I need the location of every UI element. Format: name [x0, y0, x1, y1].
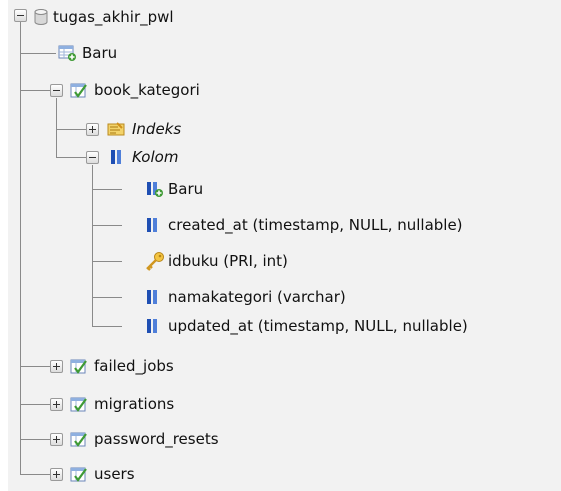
column-label: namakategori (varchar) — [168, 288, 346, 306]
column-label: updated_at (timestamp, NULL, nullable) — [168, 317, 468, 335]
columns-icon — [111, 150, 121, 164]
tree-item-database[interactable]: tugas_akhir_pwl — [8, 6, 308, 28]
database-name: tugas_akhir_pwl — [53, 8, 174, 26]
tree-item-column[interactable]: updated_at (timestamp, NULL, nullable) — [8, 315, 561, 337]
column-label: created_at (timestamp, NULL, nullable) — [168, 216, 463, 234]
column-icon — [147, 319, 157, 333]
tree-item-table[interactable]: failed_jobs — [8, 355, 308, 377]
new-column-label: Baru — [168, 180, 204, 198]
columns-label: Kolom — [132, 148, 179, 166]
tree-item-new-table[interactable]: Baru — [8, 42, 208, 64]
indexes-label: Indeks — [132, 120, 182, 138]
column-icon — [147, 290, 157, 304]
tree-item-new-column[interactable]: Baru — [8, 178, 308, 200]
table-icon — [70, 432, 87, 447]
primary-key-icon — [146, 252, 164, 271]
table-name: book_kategori — [94, 81, 200, 99]
tree-item-table[interactable]: users — [8, 463, 308, 485]
tree-item-indexes[interactable]: Indeks — [8, 118, 308, 140]
tree-item-column[interactable]: namakategori (varchar) — [8, 286, 561, 308]
collapse-toggle[interactable] — [50, 84, 63, 97]
new-table-icon — [58, 45, 76, 61]
expand-toggle[interactable] — [50, 433, 63, 446]
column-label: idbuku (PRI, int) — [168, 252, 288, 270]
table-name: password_resets — [94, 430, 219, 448]
table-icon — [70, 83, 87, 98]
table-icon — [70, 359, 87, 374]
expand-toggle[interactable] — [50, 360, 63, 373]
collapse-toggle[interactable] — [14, 9, 27, 22]
tree-item-column[interactable]: created_at (timestamp, NULL, nullable) — [8, 214, 561, 236]
table-icon — [70, 467, 87, 482]
tree-item-column[interactable]: idbuku (PRI, int) — [8, 250, 561, 272]
table-name: users — [94, 465, 135, 483]
tree-item-columns[interactable]: Kolom — [8, 146, 308, 168]
expand-toggle[interactable] — [50, 468, 63, 481]
tree-item-table[interactable]: migrations — [8, 393, 308, 415]
table-name: failed_jobs — [94, 357, 174, 375]
table-icon — [70, 397, 87, 412]
new-column-icon — [147, 182, 163, 197]
collapse-toggle[interactable] — [86, 151, 99, 164]
expand-toggle[interactable] — [50, 398, 63, 411]
expand-toggle[interactable] — [86, 123, 99, 136]
navigation-tree: tugas_akhir_pwl Baru book_kategori Indek… — [8, 0, 561, 491]
new-table-label: Baru — [82, 44, 118, 62]
index-icon — [107, 122, 125, 136]
column-icon — [147, 218, 157, 232]
table-name: migrations — [94, 395, 175, 413]
tree-item-table[interactable]: password_resets — [8, 428, 308, 450]
tree-item-table[interactable]: book_kategori — [8, 79, 308, 101]
database-icon — [34, 9, 48, 25]
